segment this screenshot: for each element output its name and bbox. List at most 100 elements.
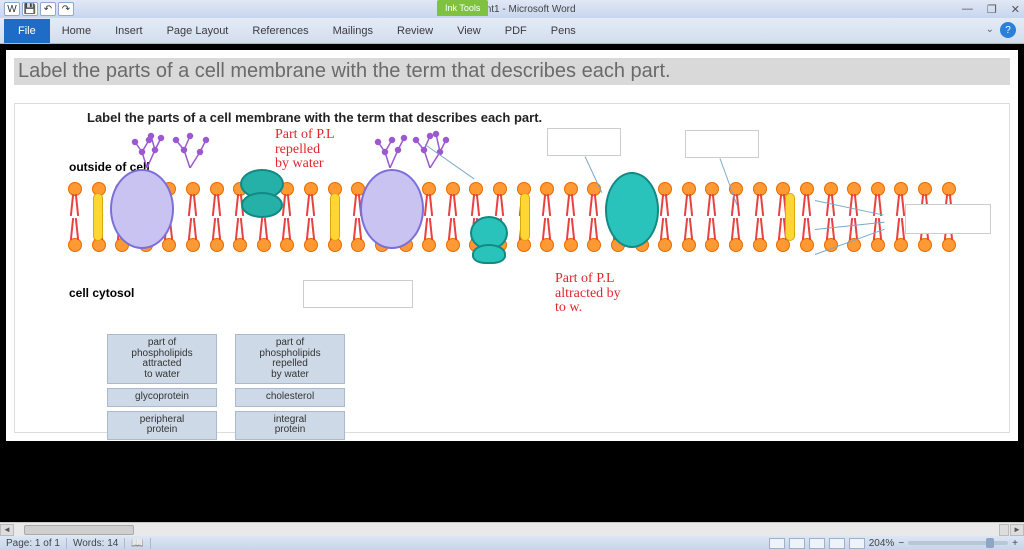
membrane-diagram: Label the parts of a cell membrane with … — [14, 103, 1010, 433]
cholesterol-icon — [520, 193, 530, 241]
draft-view-button[interactable] — [849, 538, 865, 549]
quick-access-toolbar: W 💾 ↶ ↷ — [0, 2, 74, 16]
phospholipid-icon — [65, 217, 85, 252]
answer-blank[interactable] — [685, 130, 759, 158]
phospholipid-icon — [750, 182, 770, 217]
document-page[interactable]: Label the parts of a cell membrane with … — [6, 50, 1018, 441]
word-count[interactable]: Words: 14 — [73, 538, 125, 549]
ink-tools-contextual-tab[interactable]: Ink Tools — [437, 0, 488, 16]
word-bank-item[interactable]: cholesterol — [235, 388, 345, 407]
tab-review[interactable]: Review — [385, 18, 445, 44]
ink-annotation-attracted: Part of P.L altracted by to w. — [555, 272, 621, 316]
full-screen-view-button[interactable] — [789, 538, 805, 549]
print-layout-view-button[interactable] — [769, 538, 785, 549]
phospholipid-icon — [537, 217, 557, 252]
phospholipid-icon — [277, 217, 297, 252]
phospholipid-bilayer — [65, 182, 959, 252]
document-heading[interactable]: Label the parts of a cell membrane with … — [14, 58, 1010, 85]
phospholipid-icon — [207, 182, 227, 217]
phospholipid-icon — [655, 217, 675, 252]
status-bar: Page: 1 of 1 Words: 14 📖 204% − + — [0, 536, 1024, 550]
phospholipid-icon — [490, 182, 510, 217]
phospholipid-icon — [821, 182, 841, 217]
phospholipid-icon — [750, 217, 770, 252]
scroll-thumb[interactable] — [24, 525, 134, 535]
ribbon-tabs: File Home Insert Page Layout References … — [0, 18, 1024, 44]
phospholipid-icon — [207, 217, 227, 252]
peripheral-protein-icon — [472, 244, 506, 264]
web-layout-view-button[interactable] — [809, 538, 825, 549]
phospholipid-icon — [254, 217, 274, 252]
tab-insert[interactable]: Insert — [103, 18, 155, 44]
answer-blank[interactable] — [905, 204, 991, 234]
minimize-button[interactable]: — — [962, 3, 973, 16]
split-handle[interactable] — [999, 524, 1009, 536]
undo-icon[interactable]: ↶ — [40, 2, 56, 16]
title-bar: W 💾 ↶ ↷ Document1 - Microsoft Word Ink T… — [0, 0, 1024, 18]
phospholipid-icon — [584, 217, 604, 252]
word-bank-item[interactable]: glycoprotein — [107, 388, 217, 407]
proofing-icon[interactable]: 📖 — [131, 538, 150, 549]
chevron-down-icon[interactable]: ⌄ — [986, 24, 994, 35]
tab-pdf[interactable]: PDF — [493, 18, 539, 44]
phospholipid-icon — [301, 182, 321, 217]
phospholipid-icon — [797, 217, 817, 252]
peripheral-protein-icon — [241, 192, 283, 218]
close-button[interactable]: ✕ — [1011, 3, 1020, 16]
phospholipid-icon — [797, 182, 817, 217]
zoom-slider[interactable] — [908, 541, 1008, 545]
maximize-button[interactable]: ❐ — [987, 3, 997, 16]
outline-view-button[interactable] — [829, 538, 845, 549]
phospholipid-icon — [561, 217, 581, 252]
zoom-slider-thumb[interactable] — [986, 538, 994, 548]
tab-mailings[interactable]: Mailings — [321, 18, 385, 44]
phospholipid-icon — [844, 217, 864, 252]
cholesterol-icon — [785, 193, 795, 241]
cell-cytosol-label: cell cytosol — [69, 286, 134, 300]
word-bank-item[interactable]: part of phospholipids repelled by water — [235, 334, 345, 384]
glycoprotein-icon — [170, 122, 210, 168]
phospholipid-icon — [702, 217, 722, 252]
phospholipid-icon — [443, 182, 463, 217]
scroll-right-arrow-icon[interactable]: ► — [1010, 524, 1024, 536]
scroll-left-arrow-icon[interactable]: ◄ — [0, 524, 14, 536]
file-tab[interactable]: File — [4, 19, 50, 43]
phospholipid-icon — [679, 217, 699, 252]
phospholipid-icon — [584, 182, 604, 217]
phospholipid-icon — [443, 217, 463, 252]
answer-blank[interactable] — [303, 280, 413, 308]
redo-icon[interactable]: ↷ — [58, 2, 74, 16]
phospholipid-icon — [726, 217, 746, 252]
phospholipid-icon — [183, 182, 203, 217]
tab-pens[interactable]: Pens — [539, 18, 588, 44]
ink-annotation-repelled: Part of P.L repelled by water — [275, 128, 335, 172]
word-bank-item[interactable]: peripheral protein — [107, 411, 217, 440]
answer-blank[interactable] — [547, 128, 621, 156]
word-bank-item[interactable]: part of phospholipids attracted to water — [107, 334, 217, 384]
phospholipid-icon — [230, 217, 250, 252]
horizontal-scrollbar[interactable]: ◄ ► — [0, 522, 1024, 536]
phospholipid-icon — [679, 182, 699, 217]
window-controls: — ❐ ✕ — [962, 3, 1020, 16]
scroll-track[interactable] — [14, 524, 998, 536]
cholesterol-icon — [330, 193, 340, 241]
glycoprotein-icon — [370, 122, 410, 168]
word-bank-item[interactable]: integral protein — [235, 411, 345, 440]
zoom-level[interactable]: 204% — [869, 538, 895, 549]
phospholipid-icon — [183, 217, 203, 252]
save-icon[interactable]: 💾 — [22, 2, 38, 16]
tab-page-layout[interactable]: Page Layout — [155, 18, 241, 44]
glycoprotein-icon — [410, 122, 450, 168]
phospholipid-icon — [301, 217, 321, 252]
zoom-out-icon[interactable]: − — [898, 538, 904, 549]
help-icon[interactable]: ? — [1000, 22, 1016, 38]
word-logo-icon: W — [4, 2, 20, 16]
phospholipid-icon — [65, 182, 85, 217]
document-viewport[interactable]: Label the parts of a cell membrane with … — [0, 44, 1024, 522]
cholesterol-icon — [93, 193, 103, 241]
tab-home[interactable]: Home — [50, 18, 103, 44]
page-count[interactable]: Page: 1 of 1 — [6, 538, 67, 549]
zoom-in-icon[interactable]: + — [1012, 538, 1018, 549]
tab-view[interactable]: View — [445, 18, 493, 44]
tab-references[interactable]: References — [240, 18, 320, 44]
